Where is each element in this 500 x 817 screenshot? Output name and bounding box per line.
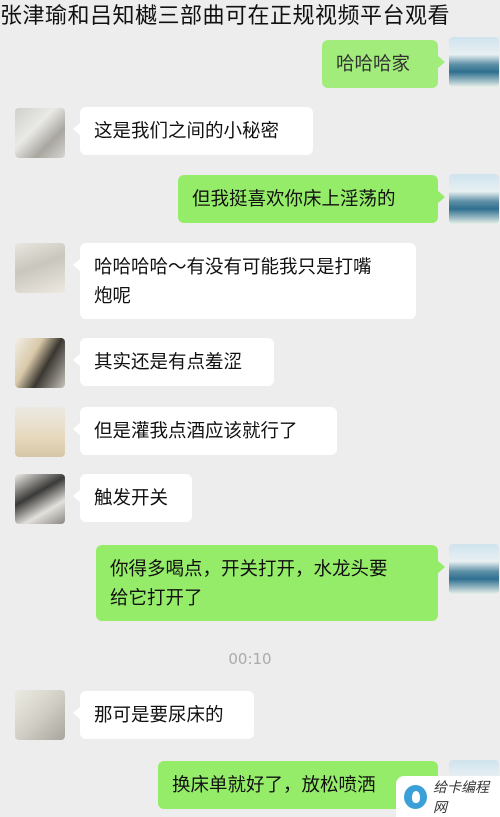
avatar[interactable]	[15, 474, 65, 524]
avatar[interactable]	[15, 407, 65, 457]
chat-bubble-sent[interactable]: 但我挺喜欢你床上淫荡的	[178, 175, 445, 223]
avatar[interactable]	[15, 690, 65, 740]
avatar[interactable]	[449, 174, 499, 224]
avatar[interactable]	[449, 544, 499, 594]
watermark-logo: 给卡编程网	[396, 776, 500, 817]
chat-bubble-received[interactable]: 哈哈哈哈～有没有可能我只是打嘴 炮呢	[73, 243, 416, 319]
message-line: 你得多喝点，开关打开，水龙头要	[110, 559, 388, 580]
chat-bubble-sent[interactable]: 你得多喝点，开关打开，水龙头要 给它打开了	[96, 545, 445, 621]
chat-bubble-received[interactable]: 这是我们之间的小秘密	[73, 107, 313, 155]
avatar[interactable]	[449, 37, 499, 87]
page-title: 张津瑜和吕知樾三部曲可在正规视频平台观看	[0, 4, 451, 29]
watermark-text: 给卡编程网	[432, 779, 489, 816]
message-line: 给它打开了	[110, 588, 203, 609]
avatar[interactable]	[15, 338, 65, 388]
avatar[interactable]	[15, 243, 65, 293]
chat-bubble-sent[interactable]: 哈哈哈家	[322, 40, 445, 88]
avatar[interactable]	[15, 108, 65, 158]
watermark-icon	[404, 784, 427, 809]
chat-bubble-received[interactable]: 其实还是有点羞涩	[73, 338, 274, 386]
chat-bubble-received[interactable]: 那可是要尿床的	[73, 691, 254, 739]
chat-bubble-received[interactable]: 触发开关	[73, 474, 192, 522]
chat-bubble-received[interactable]: 但是灌我点酒应该就行了	[73, 407, 337, 455]
message-line: 炮呢	[94, 286, 132, 307]
timestamp: 00:10	[228, 650, 272, 668]
message-line: 哈哈哈哈～有没有可能我只是打嘴	[94, 257, 372, 278]
